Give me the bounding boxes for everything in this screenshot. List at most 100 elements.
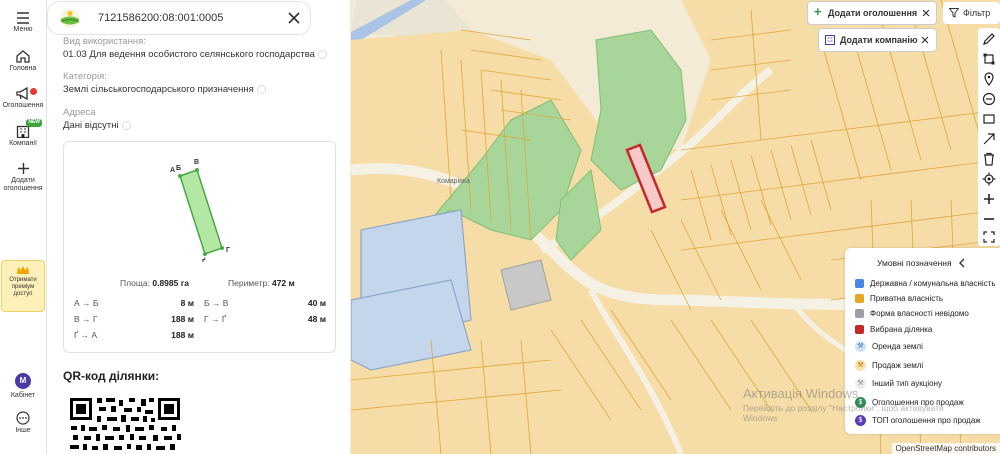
sidebar-item-label: Компанії: [9, 140, 37, 147]
legend-item: ⚒ Продаж землі: [855, 360, 923, 372]
legend-swatch: [855, 309, 864, 319]
rent-icon: ⚒: [855, 341, 866, 353]
vertex-point: [178, 174, 182, 178]
legend-swatch: [855, 325, 864, 335]
polygon-icon[interactable]: [982, 52, 996, 66]
info-icon[interactable]: [317, 49, 327, 59]
vertex-label-gg: Ґ: [202, 257, 206, 262]
parcel-shape: [179, 169, 223, 255]
sidebar-item-label: Додати оголошення: [3, 177, 43, 192]
sidebar: Меню Головна Оголошення NEW Компанії Дод…: [0, 0, 47, 454]
fullscreen-icon[interactable]: [982, 230, 996, 244]
locate-icon[interactable]: [982, 172, 996, 186]
map-attribution[interactable]: OpenStreetMap contributors: [891, 443, 1000, 454]
sidebar-item-label: Кабінет: [10, 392, 36, 399]
usage-label: Вид використання:: [63, 36, 146, 47]
sale-icon: ⚒: [855, 360, 866, 372]
category-value: Землі сільськогосподарського призначення: [63, 84, 266, 95]
sidebar-item-label: Оголошення: [2, 102, 44, 109]
zoom-in-icon[interactable]: [982, 192, 996, 206]
sidebar-item-home[interactable]: Головна: [0, 50, 46, 73]
parcel-info-panel: 7121586200:08:001:0005 Вид використання:…: [47, 0, 350, 454]
premium-button[interactable]: Отримати преміум доступ: [1, 260, 45, 312]
map-toolbar: [978, 28, 1000, 246]
building-icon: [16, 125, 30, 138]
segment-name: Ґ → А: [74, 330, 98, 340]
legend-item: Форма власності невідомо: [855, 308, 969, 320]
parcel-shape-card: А Б В Г Ґ Площа: 0.8985 га Периметр: 472…: [63, 141, 336, 353]
legend-item: Державна / комунальна власність: [855, 278, 996, 290]
perimeter-stat: Периметр: 472 м: [228, 278, 295, 288]
close-icon[interactable]: [922, 9, 930, 17]
info-icon[interactable]: [121, 120, 131, 130]
sidebar-item-cabinet[interactable]: M Кабінет: [0, 373, 46, 400]
area-stat: Площа: 0.8985 га: [120, 278, 189, 288]
usage-value: 01.03 Для ведення особистого селянського…: [63, 49, 327, 60]
sidebar-item-announcements[interactable]: Оголошення: [0, 87, 46, 110]
cadastral-number[interactable]: 7121586200:08:001:0005: [98, 12, 223, 24]
add-company-chip[interactable]: Додати компанію: [818, 28, 937, 52]
close-icon[interactable]: [921, 36, 929, 44]
arrow-icon[interactable]: [982, 132, 996, 146]
vertex-label-b: Б: [176, 165, 181, 172]
windows-activation-watermark: Активація Windows Перейдіть до розділу "…: [743, 386, 944, 423]
info-icon[interactable]: [256, 84, 266, 94]
new-badge: NEW: [26, 119, 42, 127]
pencil-icon[interactable]: [982, 32, 996, 46]
vertex-point: [220, 246, 224, 250]
segment-value: 48 м: [307, 314, 326, 324]
trash-icon[interactable]: [982, 152, 996, 166]
filter-button[interactable]: Фільтр: [943, 2, 1000, 24]
vertex-point: [195, 168, 199, 172]
rectangle-icon[interactable]: [982, 112, 996, 126]
vertex-label-v: В: [194, 159, 199, 166]
notification-dot: [30, 88, 37, 95]
marker-icon[interactable]: [982, 72, 996, 86]
qr-title: QR-код ділянки:: [63, 369, 160, 383]
home-icon: [16, 50, 30, 63]
plus-icon: +: [814, 4, 822, 19]
more-icon: [16, 411, 30, 425]
legend-swatch: [855, 294, 864, 304]
filter-icon: [949, 8, 959, 18]
segment-name: Г → Ґ: [204, 314, 226, 324]
menu-icon: [17, 12, 29, 24]
parcel-shape-diagram: А Б В Г Ґ: [170, 159, 230, 262]
segment-value: 188 м: [171, 314, 194, 324]
legend-title: Умовні позначення: [877, 258, 952, 268]
sidebar-item-companies[interactable]: NEW Компанії: [0, 119, 46, 148]
circle-minus-icon[interactable]: [982, 92, 996, 106]
crown-icon: [17, 266, 29, 274]
sidebar-item-add[interactable]: Додати оголошення: [0, 162, 46, 192]
chevron-left-icon[interactable]: [958, 258, 966, 268]
map-area[interactable]: Комарівка + Додати оголошення Додати ком…: [351, 0, 1000, 454]
segment-name: В → Г: [74, 314, 98, 324]
zoom-out-icon[interactable]: [982, 212, 996, 226]
logo-icon: [60, 8, 80, 28]
address-label: Адреса: [63, 107, 96, 118]
vertex-label-g: Г: [226, 247, 230, 254]
qr-code[interactable]: [69, 392, 193, 454]
category-label: Категорія:: [63, 71, 107, 82]
avatar: M: [15, 373, 31, 389]
segment-value: 188 м: [171, 330, 194, 340]
village-label: Комарівка: [437, 177, 470, 185]
segment-value: 40 м: [307, 298, 326, 308]
close-icon[interactable]: [286, 10, 302, 26]
address-value: Дані відсутні: [63, 120, 131, 131]
sidebar-item-label: Меню: [13, 26, 33, 33]
company-icon: [825, 35, 835, 45]
sidebar-item-more[interactable]: Інше: [0, 411, 46, 435]
segment-value: 8 м: [180, 298, 194, 308]
legend-item: Вибрана ділянка: [855, 324, 932, 336]
add-listing-chip[interactable]: + Додати оголошення: [807, 1, 937, 25]
plus-icon: [17, 163, 29, 174]
vertex-label-a: А: [170, 167, 175, 174]
legend-swatch: [855, 279, 864, 289]
sidebar-item-label: Головна: [9, 65, 37, 72]
premium-label: Отримати преміум доступ: [9, 277, 37, 297]
megaphone-icon: [16, 87, 28, 100]
search-bar: 7121586200:08:001:0005: [47, 1, 311, 35]
sidebar-item-menu[interactable]: Меню: [0, 12, 46, 34]
vertex-point: [203, 252, 207, 256]
